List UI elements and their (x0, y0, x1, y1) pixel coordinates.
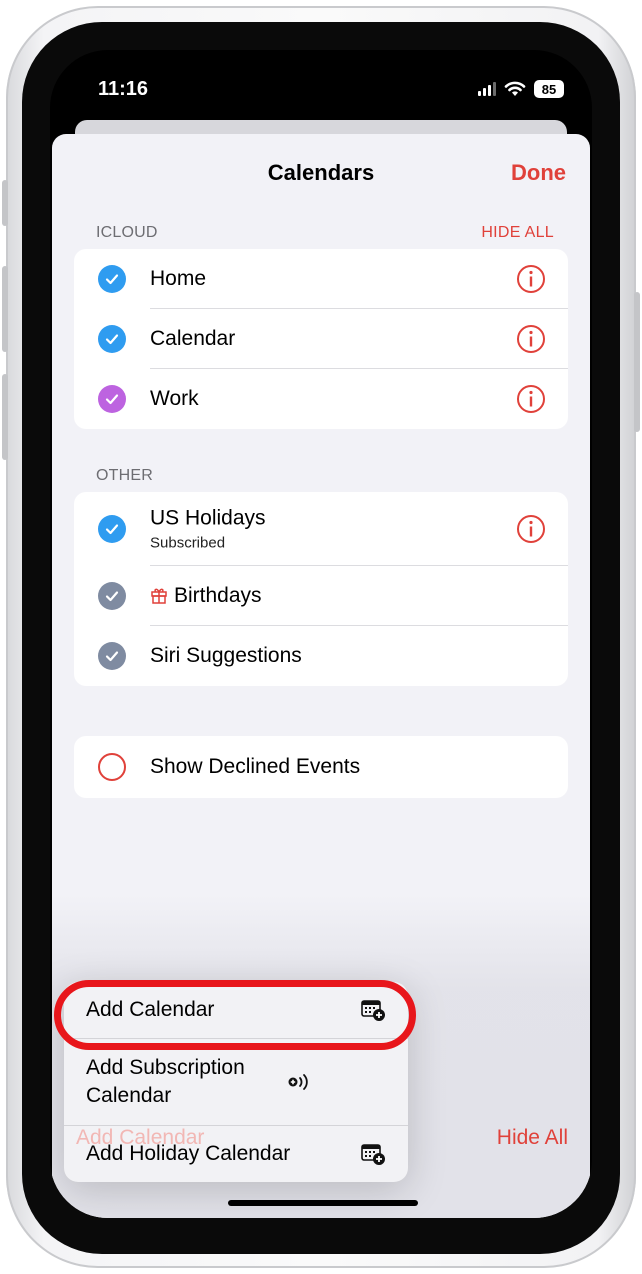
cellular-signal-icon (478, 82, 496, 96)
calendar-name: Calendar (150, 327, 236, 350)
calendar-row-birthdays[interactable]: Birthdays (74, 566, 568, 626)
calendar-row-work[interactable]: Work (74, 369, 568, 429)
hide-all-button[interactable]: Hide All (497, 1126, 568, 1150)
calendar-name: Siri Suggestions (150, 644, 302, 667)
calendar-name: US Holidays Subscribed (150, 507, 266, 552)
mute-switch (2, 180, 8, 226)
volume-down-button (2, 374, 8, 460)
calendar-row-home[interactable]: Home (74, 249, 568, 309)
calendar-name-text: US Holidays (150, 506, 266, 530)
declined-events-group: Show Declined Events (74, 736, 568, 798)
subscribed-label: Subscribed (150, 534, 226, 552)
show-declined-events-row[interactable]: Show Declined Events (74, 736, 568, 798)
add-calendar-button[interactable]: Add Calendar (76, 1126, 204, 1150)
subscription-broadcast-icon (288, 1074, 308, 1090)
section-label-icloud: ICLOUD (96, 224, 158, 241)
info-icon[interactable] (516, 384, 546, 414)
status-time: 11:16 (98, 78, 149, 100)
info-icon[interactable] (516, 324, 546, 354)
wifi-icon (504, 81, 526, 96)
checkmark-circle-icon[interactable] (98, 642, 126, 670)
calendar-name: Birthdays (150, 584, 262, 608)
other-calendar-list: US Holidays Subscribed Birthdays Siri Su… (74, 492, 568, 686)
phone-bezel: 11:16 85 Calendars Done ICLOUD HIDE ALL (22, 22, 620, 1254)
phone-screen: 11:16 85 Calendars Done ICLOUD HIDE ALL (50, 50, 592, 1218)
section-label-other: OTHER (96, 467, 153, 484)
battery-indicator: 85 (534, 80, 564, 98)
icloud-calendar-list: Home Calendar Work (74, 249, 568, 429)
info-icon[interactable] (516, 264, 546, 294)
calendar-row-calendar[interactable]: Calendar (74, 309, 568, 369)
unchecked-circle-icon[interactable] (98, 753, 126, 781)
home-indicator[interactable] (228, 1200, 418, 1206)
menu-item-add-subscription-calendar[interactable]: Add Subscription Calendar (64, 1039, 408, 1126)
icloud-hide-all-button[interactable]: HIDE ALL (481, 224, 554, 242)
done-button[interactable]: Done (511, 160, 566, 186)
menu-item-label: Add Subscription Calendar (86, 1056, 245, 1107)
page-title: Calendars (267, 160, 375, 185)
calendar-row-us-holidays[interactable]: US Holidays Subscribed (74, 492, 568, 566)
calendars-sheet: Calendars Done ICLOUD HIDE ALL Home Cale… (52, 134, 590, 1218)
info-icon[interactable] (516, 514, 546, 544)
checkmark-circle-icon[interactable] (98, 515, 126, 543)
calendar-name-text: Birthdays (174, 584, 262, 607)
status-indicators: 85 (478, 80, 564, 98)
checkmark-circle-icon[interactable] (98, 325, 126, 353)
calendar-row-siri-suggestions[interactable]: Siri Suggestions (74, 626, 568, 686)
gift-icon (151, 588, 167, 604)
highlight-ring (54, 980, 416, 1050)
calendar-name: Home (150, 267, 207, 290)
show-declined-events-label: Show Declined Events (150, 755, 361, 778)
calendar-plus-icon (361, 1144, 385, 1165)
checkmark-circle-icon[interactable] (98, 265, 126, 293)
volume-up-button (2, 266, 8, 352)
checkmark-circle-icon[interactable] (98, 582, 126, 610)
calendar-name: Work (150, 387, 199, 410)
power-button (634, 292, 640, 432)
checkmark-circle-icon[interactable] (98, 385, 126, 413)
